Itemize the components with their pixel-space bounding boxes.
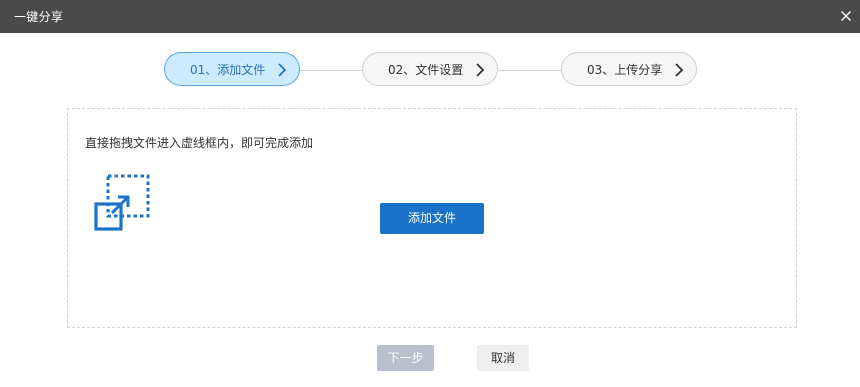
step-add-files[interactable]: 01、添加文件 <box>164 52 300 86</box>
step-label: 01、添加文件 <box>190 63 266 77</box>
step-label: 03、上传分享 <box>587 63 663 77</box>
step-file-settings[interactable]: 02、文件设置 <box>362 52 498 86</box>
cancel-button[interactable]: 取消 <box>477 345 529 371</box>
drop-hint: 直接拖拽文件进入虚线框内，即可完成添加 <box>85 136 314 150</box>
chevron-right-icon <box>276 61 288 79</box>
add-file-button[interactable]: 添加文件 <box>380 203 484 234</box>
step-connector <box>300 70 364 71</box>
step-upload-share[interactable]: 03、上传分享 <box>561 52 697 86</box>
next-step-button[interactable]: 下一步 <box>377 345 434 371</box>
step-connector <box>498 70 562 71</box>
drag-drop-icon <box>94 173 152 231</box>
chevron-right-icon <box>474 61 486 79</box>
step-label: 02、文件设置 <box>388 63 464 77</box>
chevron-right-icon <box>673 61 685 79</box>
step-indicator: 01、添加文件 02、文件设置 03、上传分享 <box>0 0 860 100</box>
file-drop-zone[interactable]: 直接拖拽文件进入虚线框内，即可完成添加 添加文件 <box>67 108 797 328</box>
